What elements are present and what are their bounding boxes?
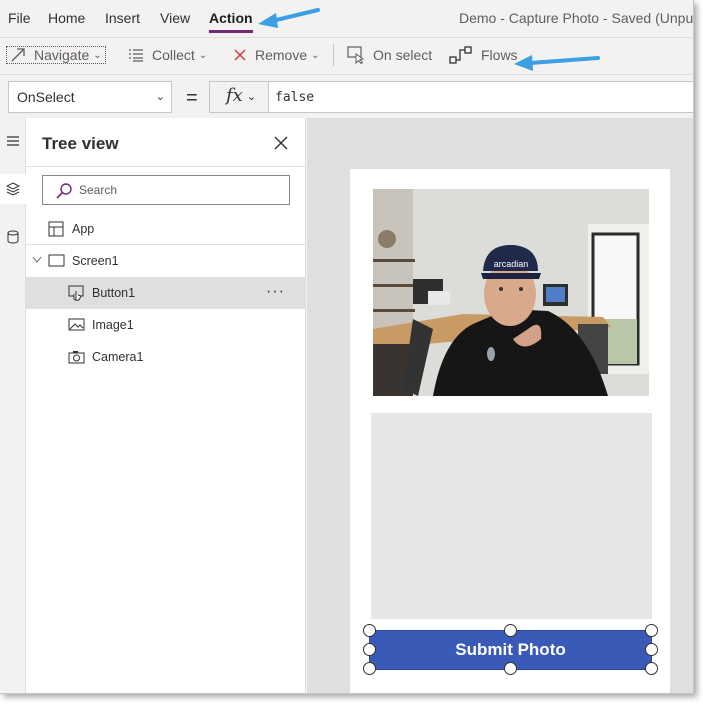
tree-item-label: Screen1 — [72, 254, 119, 268]
collect-label: Collect — [152, 47, 195, 63]
close-icon[interactable] — [272, 134, 290, 152]
resize-handle-bottom-left[interactable] — [363, 662, 376, 675]
chevron-down-icon — [32, 256, 42, 263]
tree-divider — [26, 166, 306, 167]
tree-item-label: Button1 — [92, 286, 136, 300]
menu-insert[interactable]: Insert — [105, 10, 140, 26]
navigate-label: Navigate — [34, 47, 90, 63]
left-rail — [0, 118, 26, 693]
screen-icon — [48, 254, 65, 267]
chevron-down-icon: ⌄ — [311, 49, 320, 61]
tree-item-image1[interactable]: Image1 — [26, 309, 306, 341]
document-title: Demo - Capture Photo - Saved (Unpu — [459, 10, 694, 26]
tree-item-app[interactable]: App — [26, 213, 306, 245]
resize-handle-top-left[interactable] — [363, 624, 376, 637]
tree-view-title: Tree view — [42, 134, 119, 153]
resize-handle-left[interactable] — [363, 643, 376, 656]
remove-label: Remove — [255, 47, 308, 63]
chevron-down-icon: ⌄ — [155, 91, 165, 103]
app-window: File Home Insert View Action Demo - Capt… — [0, 0, 694, 694]
navigate-button[interactable]: Navigate ⌄ — [6, 45, 106, 65]
active-menu-underline — [209, 30, 253, 33]
tree-item-button1[interactable]: Button1 ··· — [26, 277, 306, 309]
menu-bar: File Home Insert View Action Demo - Capt… — [0, 0, 694, 36]
design-canvas: arcadian Submit Photo — [307, 118, 693, 693]
search-icon — [56, 183, 72, 199]
on-select-cursor-icon — [347, 46, 365, 64]
menu-view[interactable]: View — [160, 10, 190, 26]
collect-button[interactable]: Collect ⌄ — [128, 45, 207, 65]
cap-logo-text: arcadian — [494, 259, 529, 269]
menu-action[interactable]: Action — [209, 10, 253, 26]
on-select-label: On select — [373, 47, 433, 63]
tree-search-input[interactable]: Search — [42, 175, 290, 205]
property-dropdown-value: OnSelect — [17, 89, 75, 105]
fx-button[interactable]: fx ⌄ — [209, 81, 269, 113]
chevron-down-icon: ⌄ — [198, 49, 208, 61]
resize-handle-bottom-right[interactable] — [645, 662, 658, 675]
app-screen-preview: arcadian Submit Photo — [350, 169, 670, 693]
toolbar-separator — [333, 44, 334, 66]
equals-sign: = — [186, 87, 198, 109]
formula-input[interactable]: false — [269, 81, 693, 113]
property-dropdown[interactable]: OnSelect ⌄ — [8, 81, 172, 113]
camera-feed-image: arcadian — [373, 189, 649, 396]
app-icon — [48, 221, 64, 237]
remove-button[interactable]: Remove ⌄ — [233, 45, 320, 65]
tree-item-label: Image1 — [92, 318, 134, 332]
collect-list-icon — [129, 49, 143, 62]
chevron-down-icon: ⌄ — [93, 49, 102, 61]
image-icon — [68, 318, 85, 331]
navigate-arrow-icon — [11, 48, 25, 62]
tree-item-screen1[interactable]: Screen1 — [26, 245, 306, 277]
search-placeholder: Search — [79, 183, 118, 197]
flows-button[interactable]: Flows — [449, 45, 518, 65]
flows-label: Flows — [481, 47, 518, 63]
fx-label: fx — [226, 85, 243, 106]
button-icon — [68, 285, 84, 301]
resize-handle-top[interactable] — [504, 624, 517, 637]
tree-view-panel: Tree view Search App Screen1 Button1 ···… — [26, 118, 306, 693]
tree-item-camera1[interactable]: Camera1 — [26, 341, 306, 373]
resize-handle-bottom[interactable] — [504, 662, 517, 675]
layers-icon[interactable] — [0, 174, 26, 204]
menu-home[interactable]: Home — [48, 10, 85, 26]
database-icon[interactable] — [0, 222, 26, 252]
flows-icon — [449, 46, 472, 64]
chevron-down-icon: ⌄ — [246, 90, 257, 103]
image-control[interactable] — [371, 413, 652, 619]
tree-item-label: Camera1 — [92, 350, 144, 364]
camera-icon — [68, 351, 85, 364]
tree-item-label: App — [72, 222, 95, 236]
resize-handle-top-right[interactable] — [645, 624, 658, 637]
camera-control[interactable]: arcadian — [373, 189, 649, 396]
menu-file[interactable]: File — [8, 10, 31, 26]
remove-x-icon — [234, 49, 246, 61]
more-options-icon[interactable]: ··· — [266, 283, 285, 301]
formula-bar: OnSelect ⌄ = fx ⌄ false — [0, 74, 693, 118]
on-select-button[interactable]: On select — [347, 45, 432, 65]
resize-handle-right[interactable] — [645, 643, 658, 656]
hamburger-menu-icon[interactable] — [0, 126, 26, 156]
